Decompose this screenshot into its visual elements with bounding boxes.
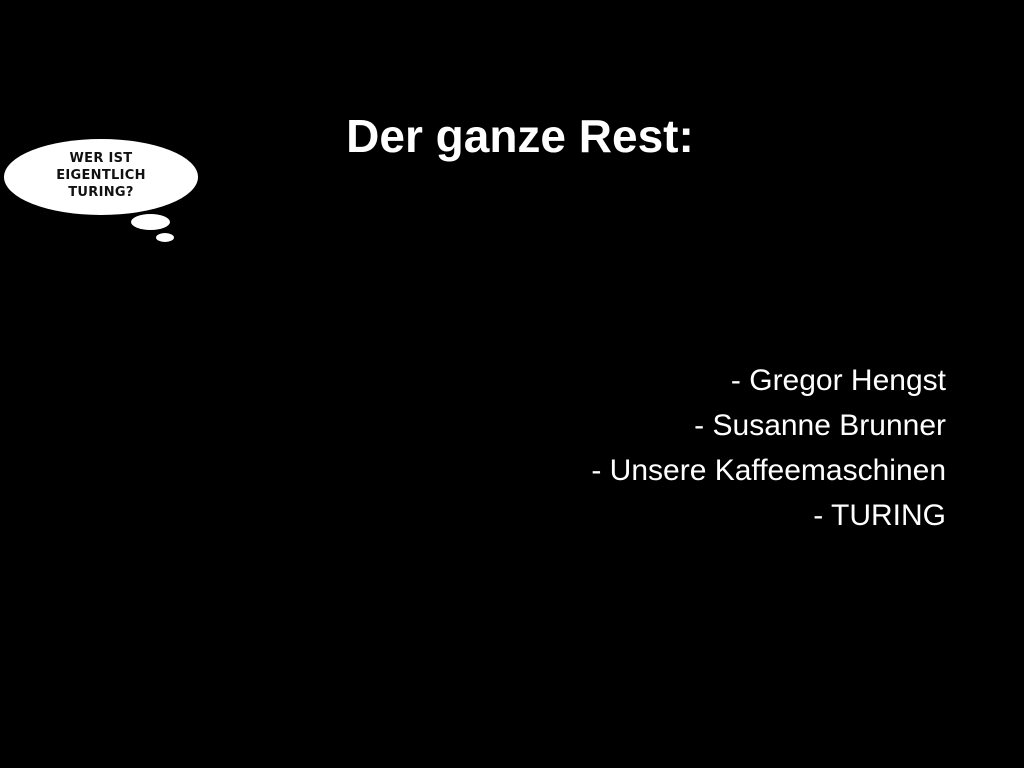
thought-bubble: WER IST EIGENTLICH TURING? <box>0 0 220 260</box>
thought-bubble-line: WER IST <box>69 151 133 166</box>
slide: Der ganze Rest: WER IST EIGENTLICH TURIN… <box>0 0 1024 768</box>
list-item: - Unsere Kaffeemaschinen <box>591 454 946 487</box>
list-item: - TURING <box>813 499 946 532</box>
thought-bubble-text: WER IST EIGENTLICH TURING? <box>4 150 198 201</box>
credits-list: - Gregor Hengst - Susanne Brunner - Unse… <box>591 358 946 538</box>
thought-bubble-line: TURING? <box>68 185 134 200</box>
thought-bubble-line: EIGENTLICH <box>56 168 146 183</box>
thought-bubble-dot-small <box>156 233 174 242</box>
thought-bubble-dot-large <box>131 214 170 230</box>
list-item: - Gregor Hengst <box>730 364 946 397</box>
list-item: - Susanne Brunner <box>694 409 946 442</box>
